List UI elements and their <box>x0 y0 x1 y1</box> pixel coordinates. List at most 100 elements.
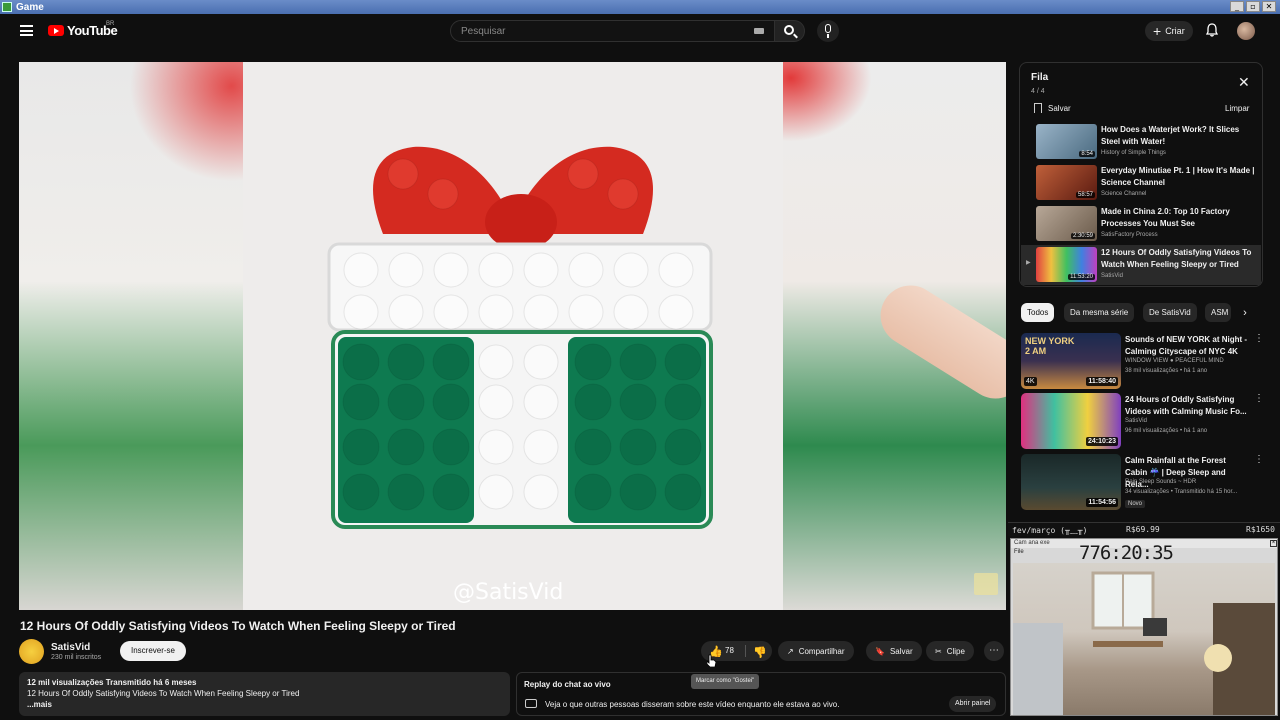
like-count[interactable]: 78 <box>725 646 734 655</box>
recommendation-item[interactable]: NEW YORK 2 AM 4K 11:58:40 Sounds of NEW … <box>1021 333 1266 389</box>
close-queue-icon[interactable]: ✕ <box>1238 75 1250 89</box>
youtube-play-icon <box>48 25 64 36</box>
channel-name[interactable]: SatisVid <box>51 642 90 653</box>
subscribe-button[interactable]: Inscrever-se <box>120 641 186 661</box>
search-button[interactable] <box>775 20 805 42</box>
app-icon <box>2 2 12 12</box>
duration-badge: 11:58:40 <box>1086 377 1118 386</box>
more-options-icon[interactable]: ⋮ <box>1254 393 1264 404</box>
region-code: BR <box>106 21 115 27</box>
popit-gift-image <box>327 146 713 529</box>
chip-asmr[interactable]: ASM <box>1205 303 1231 322</box>
recommendation-title: Calm Rainfall at the Forest Cabin ☔ | De… <box>1125 456 1226 489</box>
voice-search-button[interactable] <box>817 20 839 42</box>
queue-item-channel: SatisVid <box>1101 273 1123 279</box>
duration-badge: 8:54 <box>1079 151 1095 157</box>
minimize-button[interactable]: _ <box>1230 1 1244 12</box>
queue-item[interactable]: 8:54 How Does a Waterjet Work? It Slices… <box>1021 122 1261 162</box>
more-options-icon[interactable]: ⋮ <box>1254 454 1264 465</box>
recommendation-item[interactable]: 24:10:23 24 Hours of Oddly Satisfying Vi… <box>1021 393 1266 449</box>
chip-same-series[interactable]: Da mesma série <box>1064 303 1135 322</box>
duration-badge: 11:53:20 <box>1068 274 1095 280</box>
search-icon <box>784 25 794 35</box>
masthead: YouTube BR +Criar <box>0 14 1280 48</box>
search-input[interactable] <box>461 25 741 37</box>
search-box <box>450 20 775 42</box>
queue-title: Fila <box>1031 72 1049 83</box>
queue-thumbnail: 11:53:20 <box>1036 247 1097 282</box>
recommendation-meta: 38 mil visualizações • há 1 ano <box>1125 368 1208 374</box>
webcam-menu-file[interactable]: File <box>1014 549 1024 555</box>
duration-badge: 2:30:59 <box>1070 233 1095 239</box>
recommendation-title: 24 Hours of Oddly Satisfying Videos with… <box>1125 395 1247 416</box>
share-button[interactable]: ↗ Compartilhar <box>778 641 854 661</box>
scissors-icon: ✂ <box>935 646 942 656</box>
queue-item[interactable]: 2:30:59 Made in China 2.0: Top 10 Factor… <box>1021 204 1261 244</box>
clear-queue-button[interactable]: Limpar <box>1225 104 1249 113</box>
more-actions-button[interactable]: ⋯ <box>984 641 1004 661</box>
video-player[interactable]: @SatisVid <box>19 62 1006 610</box>
duration-badge: 58:57 <box>1075 192 1095 198</box>
plus-icon: + <box>1153 23 1162 39</box>
chip-from-channel[interactable]: De SatisVid <box>1143 303 1197 322</box>
recommendation-item[interactable]: 11:54:56 Calm Rainfall at the Forest Cab… <box>1021 454 1266 510</box>
notifications-bell-icon[interactable] <box>1205 23 1219 37</box>
queue-item[interactable]: 58:57 Everyday Minutiae Pt. 1 | How It's… <box>1021 163 1261 203</box>
recommendation-title: Sounds of NEW YORK at Night - Calming Ci… <box>1125 335 1248 356</box>
overlay-amount-1: R$69.99 <box>1126 525 1160 534</box>
create-button[interactable]: + Criar <box>1145 21 1193 41</box>
share-icon: ↗ <box>787 646 794 656</box>
mouse-pointer-icon <box>707 654 716 667</box>
recommendation-thumbnail: NEW YORK 2 AM 4K 11:58:40 <box>1021 333 1121 389</box>
close-window-button[interactable]: ✕ <box>1262 1 1276 12</box>
bookmark-icon <box>1034 103 1042 113</box>
queue-count: 4 / 4 <box>1031 88 1045 95</box>
description-box[interactable]: 12 mil visualizações Transmitido há 6 me… <box>19 672 510 716</box>
stream-overlay-bar: fev/março (╥﹏╥) R$69.99 R$1650 <box>1008 522 1280 536</box>
window-title: Game <box>16 1 44 13</box>
recommendation-channel: SatisVid <box>1125 418 1147 424</box>
save-queue-button[interactable]: Salvar <box>1034 103 1071 113</box>
more-options-icon[interactable]: ⋮ <box>1254 333 1264 344</box>
save-button[interactable]: 🔖 Salvar <box>866 641 922 661</box>
queue-thumbnail: 2:30:59 <box>1036 206 1097 241</box>
channel-avatar[interactable] <box>19 639 44 664</box>
clip-button[interactable]: ✂ Clipe <box>926 641 974 661</box>
recommendation-channel: Rain Sleep Sounds ~ HDR <box>1125 479 1197 485</box>
chevron-right-icon[interactable]: › <box>1237 305 1253 321</box>
chat-replay-title: Replay do chat ao vivo <box>524 680 611 689</box>
hamburger-menu-icon[interactable] <box>20 25 33 36</box>
clip-label: Clipe <box>946 646 965 656</box>
channel-branding-watermark[interactable] <box>974 573 998 595</box>
live-chat-replay: Replay do chat ao vivo Veja o que outras… <box>516 672 1006 716</box>
recommendation-meta: 96 mil visualizações • há 1 ano <box>1125 428 1208 434</box>
dislike-icon[interactable]: 👎 <box>753 646 767 659</box>
recommendation-thumbnail: 24:10:23 <box>1021 393 1121 449</box>
close-icon[interactable]: × <box>1270 540 1277 547</box>
recommendation-meta: 34 visualizações • Transmitido há 15 hor… <box>1125 489 1238 495</box>
show-more-link[interactable]: ...mais <box>27 699 502 710</box>
queue-panel: Fila 4 / 4 ✕ Salvar Limpar 8:54 How Does… <box>1019 62 1263 287</box>
chip-all[interactable]: Todos <box>1021 303 1055 322</box>
queue-item-title: Everyday Minutiae Pt. 1 | How It's Made … <box>1101 166 1255 187</box>
duration-badge: 11:54:56 <box>1086 498 1118 507</box>
queue-item-current[interactable]: ▶ 11:53:20 12 Hours Of Oddly Satisfying … <box>1021 245 1261 285</box>
overlay-label: fev/março (╥﹏╥) <box>1012 526 1088 535</box>
subscriber-count: 230 mil inscritos <box>51 654 102 661</box>
duration-badge: 24:10:23 <box>1085 437 1118 446</box>
user-avatar[interactable] <box>1237 22 1255 40</box>
overlay-amount-2: R$1650 <box>1246 525 1275 534</box>
thumbnail-label: NEW YORK 2 AM <box>1025 336 1075 356</box>
recommendation-channel: WINDOW VIEW ● PEACEFUL MIND <box>1125 358 1224 364</box>
queue-thumbnail: 58:57 <box>1036 165 1097 200</box>
save-label: Salvar <box>889 646 913 656</box>
window-controls: _ ▫ ✕ <box>1230 1 1276 12</box>
create-label: Criar <box>1165 26 1185 36</box>
queue-item-channel: SatisFactory Process <box>1101 232 1158 238</box>
keyboard-icon[interactable] <box>754 28 764 34</box>
now-playing-icon: ▶ <box>1026 260 1031 266</box>
maximize-button[interactable]: ▫ <box>1246 1 1260 12</box>
video-frame <box>243 62 1006 610</box>
open-chat-button[interactable]: Abrir painel <box>949 696 997 712</box>
bookmark-icon: 🔖 <box>875 646 885 656</box>
